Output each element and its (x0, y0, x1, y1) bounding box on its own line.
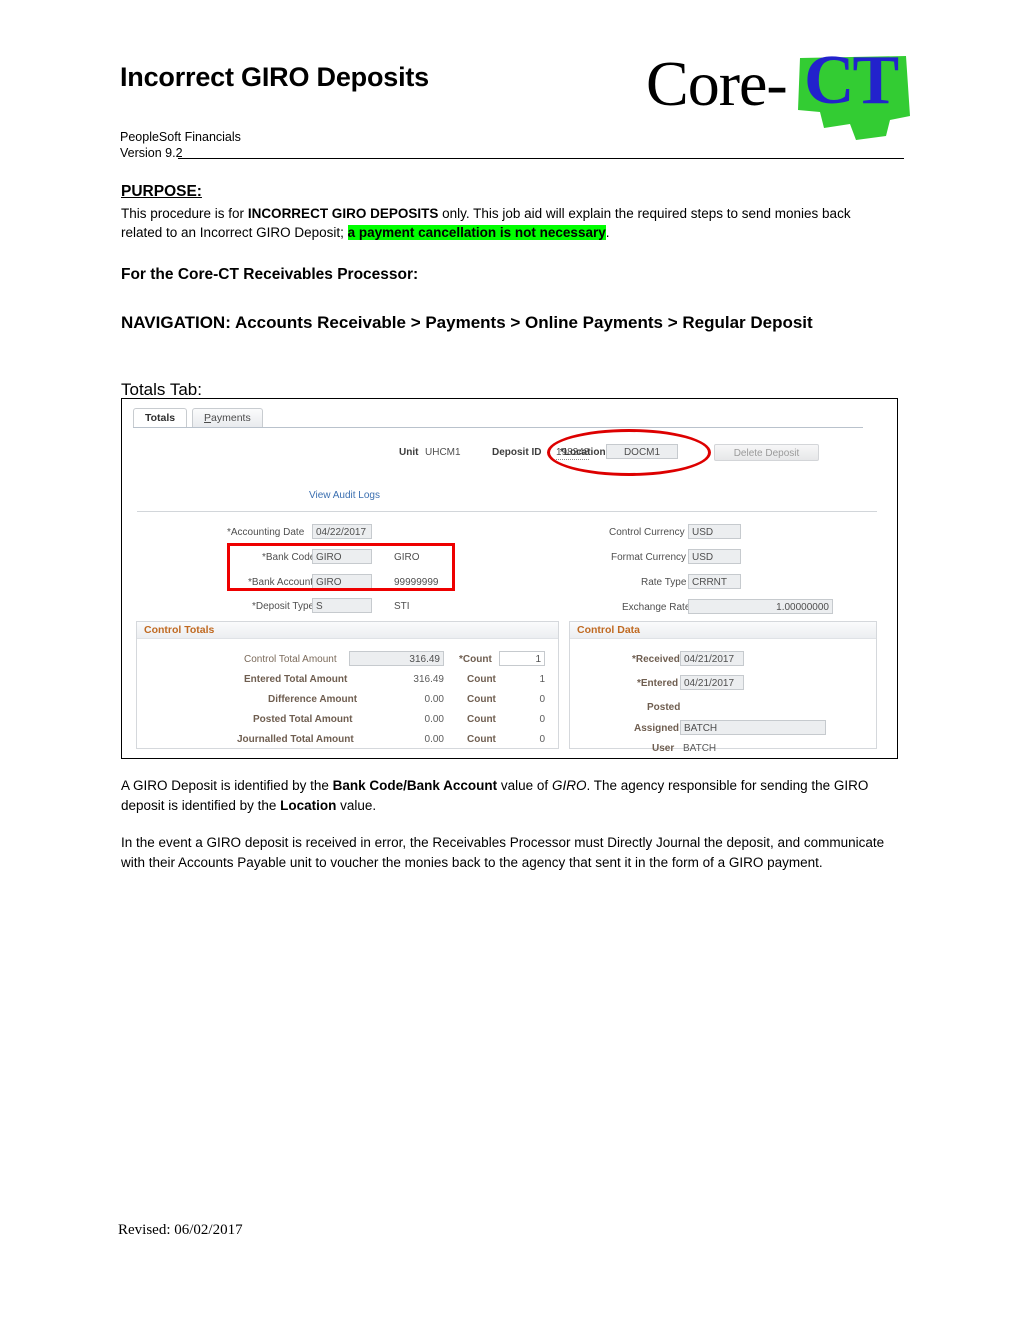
tab-payments-rest: ayments (211, 412, 251, 424)
difference-count-value: 0 (539, 694, 545, 705)
entered-count-label: Count (467, 674, 496, 685)
assigned-label: Assigned (634, 723, 680, 734)
control-currency-input[interactable]: USD (688, 524, 741, 539)
para-a-text-1: A GIRO Deposit is identified by the (121, 778, 333, 793)
para-a-text-2: value of (497, 778, 552, 793)
received-input[interactable]: 04/21/2017 (680, 651, 744, 666)
deposit-type-description: STI (394, 601, 410, 612)
assigned-input[interactable]: BATCH (680, 720, 826, 735)
entered-total-amount-label: Entered Total Amount (244, 674, 348, 685)
difference-amount-label: Difference Amount (268, 694, 358, 705)
para-a-text-4: value. (336, 797, 377, 813)
control-totals-heading: Control Totals (137, 622, 558, 639)
entered-total-amount-value: 316.49 (413, 674, 444, 685)
control-total-count-label: *Count (459, 654, 492, 665)
peoplesoft-screenshot: Totals Payments Unit UHCM1 Deposit ID 19… (121, 398, 898, 759)
giro-identification-paragraph: A GIRO Deposit is identified by the Bank… (121, 776, 893, 815)
purpose-highlight: a payment cancellation is not necessary (347, 225, 606, 240)
control-data-group: Control Data *Received 04/21/2017 *Enter… (569, 621, 877, 754)
difference-count-label: Count (467, 694, 496, 705)
posted-label: Posted (647, 702, 681, 713)
exchange-rate-input[interactable]: 1.00000000 (688, 599, 833, 614)
control-totals-group: Control Totals Control Total Amount 316.… (136, 621, 559, 749)
journalled-count-value: 0 (539, 734, 545, 745)
posted-count-value: 0 (539, 714, 545, 725)
entered-count-value: 1 (539, 674, 545, 685)
purpose-text-3: . (605, 225, 610, 240)
logo-ct-mark: CT (804, 42, 899, 119)
tab-payments-accesskey: P (204, 412, 212, 424)
navigation-path: NAVIGATION: Accounts Receivable > Paymen… (121, 313, 813, 332)
difference-amount-value: 0.00 (424, 694, 444, 705)
header-divider (178, 158, 904, 159)
section-divider (137, 511, 877, 512)
accounting-date-input[interactable]: 04/22/2017 (312, 524, 372, 539)
posted-count-label: Count (467, 714, 496, 725)
format-currency-input[interactable]: USD (688, 549, 741, 564)
para-a-italic: GIRO (551, 778, 587, 793)
user-label: User (652, 743, 675, 754)
purpose-bold-term: INCORRECT GIRO DEPOSITS (247, 206, 439, 221)
rate-type-input[interactable]: CRRNT (688, 574, 741, 589)
journalled-total-amount-label: Journalled Total Amount (237, 734, 354, 745)
control-total-count-input[interactable]: 1 (499, 651, 545, 666)
error-handling-paragraph: In the event a GIRO deposit is received … (121, 835, 885, 870)
posted-total-amount-label: Posted Total Amount (253, 714, 353, 725)
deposit-type-input[interactable]: S (312, 598, 372, 613)
unit-value: UHCM1 (425, 447, 461, 458)
unit-label: Unit (399, 447, 419, 458)
para-a-bold-2: Location (280, 797, 337, 813)
posted-total-amount-value: 0.00 (424, 714, 444, 725)
journalled-total-amount-value: 0.00 (424, 734, 444, 745)
version-label: Version 9.2 (120, 146, 183, 160)
page-title: Incorrect GIRO Deposits (120, 62, 429, 92)
exchange-rate-label: Exchange Rate (622, 602, 691, 613)
view-audit-logs-link[interactable]: View Audit Logs (309, 490, 380, 501)
entered-input[interactable]: 04/21/2017 (680, 675, 744, 690)
format-currency-label: Format Currency (611, 552, 687, 563)
document-page: Incorrect GIRO Deposits Core- CT PeopleS… (0, 0, 1020, 1320)
received-label: *Received (632, 654, 680, 665)
processor-heading: For the Core-CT Receivables Processor: (121, 266, 419, 283)
control-currency-label: Control Currency (609, 527, 685, 538)
purpose-heading: PURPOSE: (121, 183, 202, 200)
bank-code-annotation-rect (227, 543, 455, 591)
rate-type-label: Rate Type (641, 577, 687, 588)
tab-totals[interactable]: Totals (133, 408, 188, 427)
control-data-heading: Control Data (570, 622, 876, 639)
revised-date: Revised: 06/02/2017 (118, 1222, 243, 1238)
control-total-amount-label: Control Total Amount (244, 654, 337, 665)
entered-label: *Entered (637, 678, 679, 689)
journalled-count-label: Count (467, 734, 496, 745)
purpose-paragraph: This procedure is for INCORRECT GIRO DEP… (121, 204, 891, 242)
core-ct-logo: Core- CT (646, 44, 914, 146)
logo-wordmark: Core- (646, 48, 788, 119)
location-annotation-ellipse (547, 429, 711, 476)
product-name: PeopleSoft Financials (120, 130, 241, 144)
purpose-text-1: This procedure is for (121, 206, 248, 221)
para-a-bold-1: Bank Code/Bank Account (332, 778, 498, 793)
accounting-date-label: *Accounting Date (227, 527, 305, 538)
control-total-amount-input[interactable]: 316.49 (349, 651, 444, 666)
user-value: BATCH (683, 743, 717, 754)
totals-tab-caption: Totals Tab: (121, 380, 202, 399)
deposit-type-label: *Deposit Type (252, 601, 315, 612)
tab-bar-underline (133, 427, 863, 428)
tab-payments[interactable]: Payments (192, 408, 263, 427)
tab-bar: Totals Payments (122, 408, 897, 428)
deposit-id-label: Deposit ID (492, 447, 542, 458)
delete-deposit-button[interactable]: Delete Deposit (714, 444, 819, 461)
